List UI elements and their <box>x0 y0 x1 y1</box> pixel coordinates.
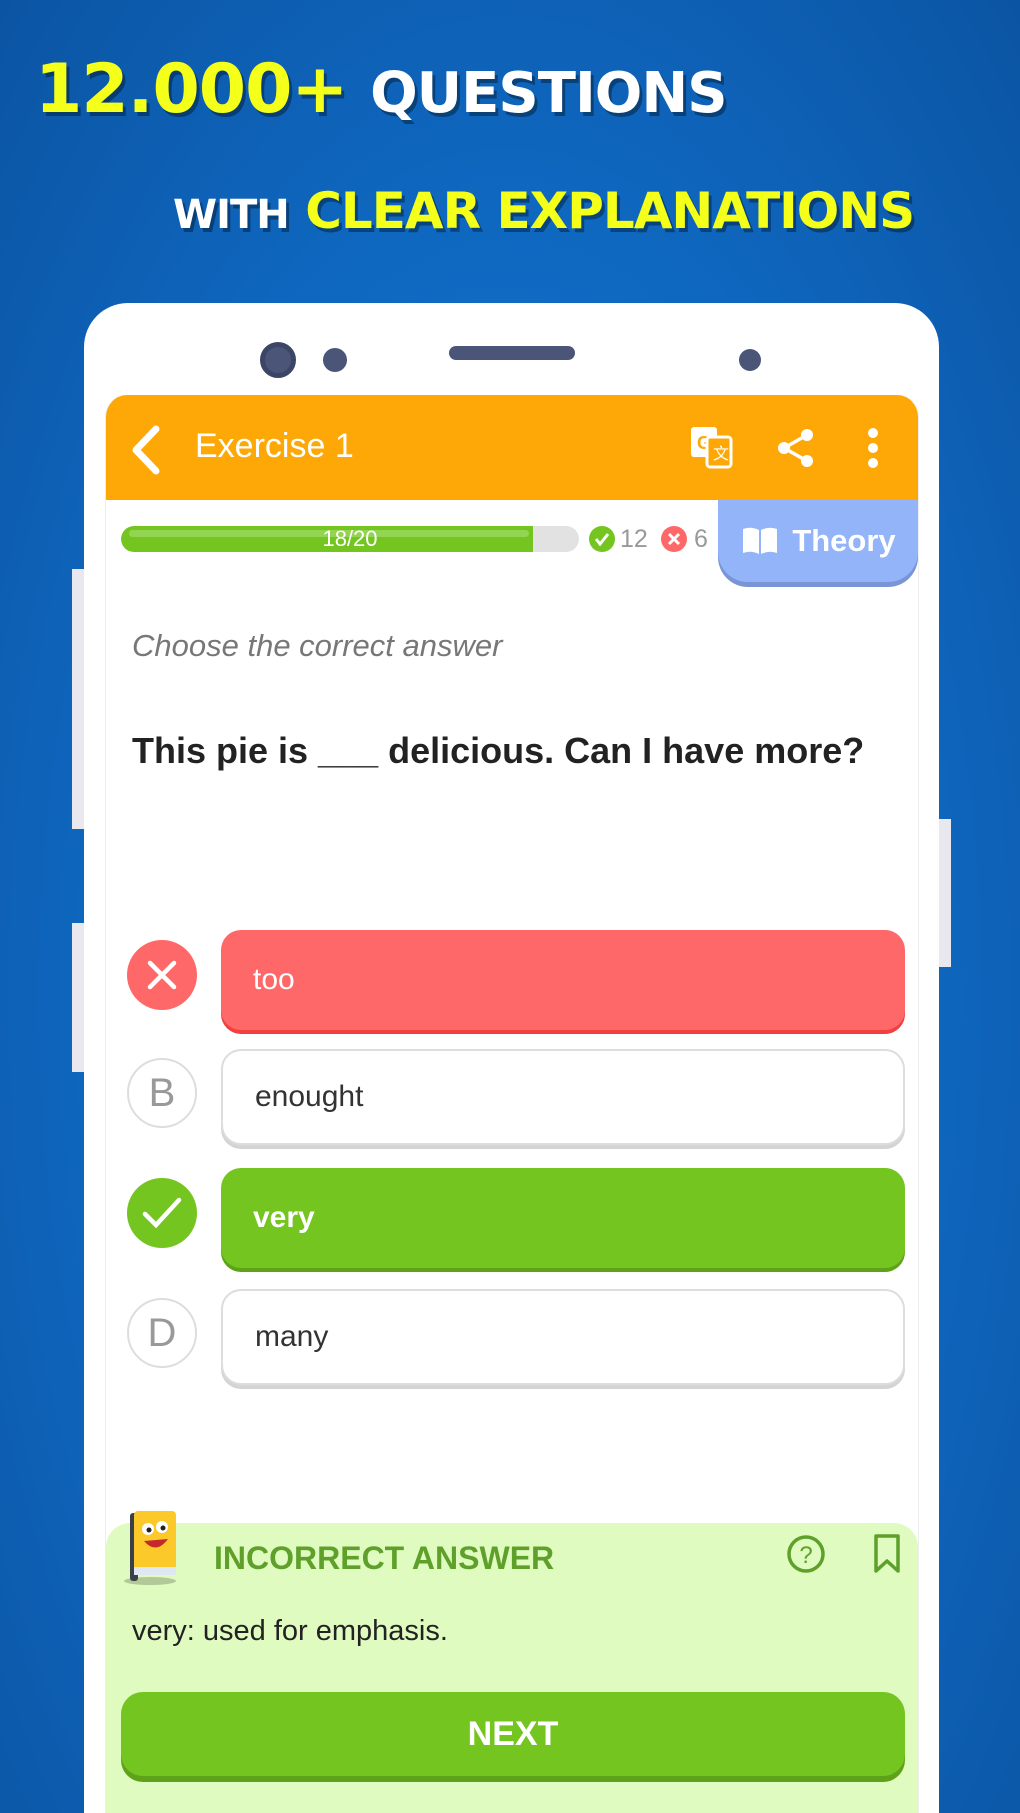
feedback-panel: INCORRECT ANSWER ? very: used for emphas… <box>106 1523 918 1813</box>
more-vert-icon[interactable] <box>866 427 880 469</box>
share-icon[interactable] <box>776 427 816 469</box>
headline-line1: 12.000+ QUESTIONS <box>35 56 728 126</box>
svg-text:?: ? <box>799 1542 812 1569</box>
speaker-grille <box>449 346 575 360</box>
translate-icon[interactable]: G文 <box>689 425 733 469</box>
headline-explanations: CLEAR EXPLANATIONS <box>305 182 915 240</box>
phone-power-button <box>937 819 951 967</box>
book-mascot-icon <box>124 1511 176 1585</box>
progress-label: 18/20 <box>322 526 378 551</box>
feedback-title: INCORRECT ANSWER <box>214 1540 555 1576</box>
sensor-dot <box>739 349 761 371</box>
option-a[interactable]: too <box>221 930 905 1030</box>
option-b[interactable]: enought <box>221 1049 905 1145</box>
front-camera <box>260 342 296 378</box>
correct-count-icon <box>589 526 615 552</box>
option-c[interactable]: very <box>221 1168 905 1268</box>
help-icon[interactable]: ? <box>786 1534 826 1574</box>
next-button[interactable]: NEXT <box>121 1692 905 1776</box>
feedback-explanation: very: used for emphasis. <box>132 1615 448 1647</box>
wrong-count-icon <box>661 526 687 552</box>
back-chevron-icon[interactable] <box>128 425 164 475</box>
svg-text:文: 文 <box>713 445 729 463</box>
app-screen: Exercise 1 G文 18/20 12 6 Theory Choose t… <box>105 395 919 1813</box>
bookmark-icon[interactable] <box>873 1533 901 1575</box>
headline-count: 12.000+ <box>35 50 348 129</box>
progress-bar: 18/20 <box>121 526 579 552</box>
option-d-letter[interactable]: D <box>127 1298 197 1368</box>
book-open-icon <box>743 527 778 554</box>
correct-count: 12 <box>620 525 648 553</box>
theory-tab[interactable]: Theory <box>718 500 918 582</box>
wrong-count: 6 <box>694 525 708 553</box>
headline-with: WITH <box>173 192 290 238</box>
sensor-dot <box>323 348 347 372</box>
question-text: This pie is ___ delicious. Can I have mo… <box>132 730 865 771</box>
headline-questions: QUESTIONS <box>370 61 728 126</box>
instruction-text: Choose the correct answer <box>132 628 503 663</box>
screen-title: Exercise 1 <box>195 427 354 465</box>
option-d[interactable]: many <box>221 1289 905 1385</box>
headline-line2: WITH CLEAR EXPLANATIONS <box>173 186 915 238</box>
option-c-correct-icon[interactable] <box>127 1178 197 1248</box>
option-b-letter[interactable]: B <box>127 1058 197 1128</box>
theory-label: Theory <box>792 523 896 558</box>
top-app-bar: Exercise 1 G文 <box>106 395 918 500</box>
option-a-wrong-icon[interactable] <box>127 940 197 1010</box>
